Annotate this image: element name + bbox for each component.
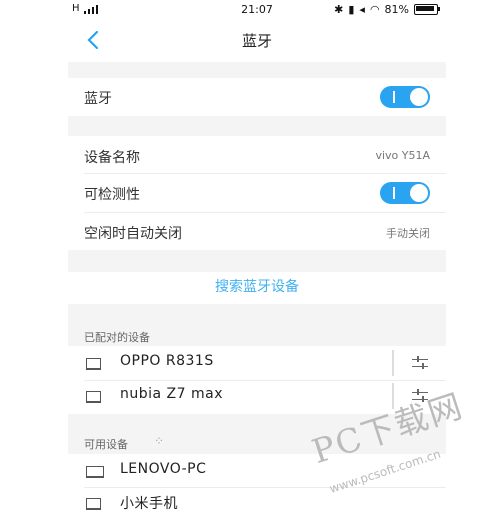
paired-devices-header: 已配对的设备 <box>84 331 150 344</box>
device-name-label: 设备名称 <box>84 150 140 166</box>
available-device-name: 小米手机 <box>120 496 178 512</box>
mute-icon: ◂ <box>359 3 365 16</box>
bluetooth-label: 蓝牙 <box>84 91 112 107</box>
device-settings-icon[interactable] <box>412 356 428 370</box>
laptop-icon <box>86 358 101 370</box>
bluetooth-status-icon: ✱ <box>334 3 344 16</box>
visibility-label: 可检测性 <box>84 187 140 203</box>
separator <box>392 350 394 376</box>
wifi-icon: ◠ <box>369 3 380 16</box>
search-devices-button[interactable]: 搜索蓝牙设备 <box>68 272 446 304</box>
lock-icon: ▮ <box>348 3 355 16</box>
available-device-name: LENOVO-PC <box>120 461 207 477</box>
bluetooth-toggle[interactable] <box>380 86 430 108</box>
battery-icon <box>414 4 440 15</box>
divider <box>84 173 446 174</box>
idle-off-label: 空闲时自动关闭 <box>84 226 182 242</box>
status-bar: H 21:07 ✱ ▮ ◂ ◠ 81% <box>68 0 446 20</box>
page-title: 蓝牙 <box>241 32 272 50</box>
watermark: PC下载网 www.pcsoft.com.cn <box>307 386 500 519</box>
loading-spinner-icon: ⁘ <box>154 434 165 448</box>
device-name-value: vivo Y51A <box>375 149 430 162</box>
nav-bar: 蓝牙 <box>68 20 446 62</box>
divider <box>84 380 446 381</box>
paired-device-name: OPPO R831S <box>120 353 214 369</box>
visibility-toggle[interactable] <box>380 182 430 204</box>
paired-device-name: nubia Z7 max <box>120 386 224 402</box>
status-icons: ✱ ▮ ◂ ◠ 81% <box>334 3 440 16</box>
available-devices-header: 可用设备 <box>84 438 128 451</box>
battery-percent: 81% <box>384 3 409 16</box>
settings-group: 设备名称 vivo Y51A 可检测性 空闲时自动关闭 手动关闭 <box>68 136 446 250</box>
desktop-icon <box>86 466 104 478</box>
laptop-icon <box>86 391 101 403</box>
idle-off-value: 手动关闭 <box>386 227 430 240</box>
bluetooth-row[interactable]: 蓝牙 <box>68 78 446 116</box>
divider <box>84 212 446 213</box>
phone-icon <box>86 498 101 510</box>
